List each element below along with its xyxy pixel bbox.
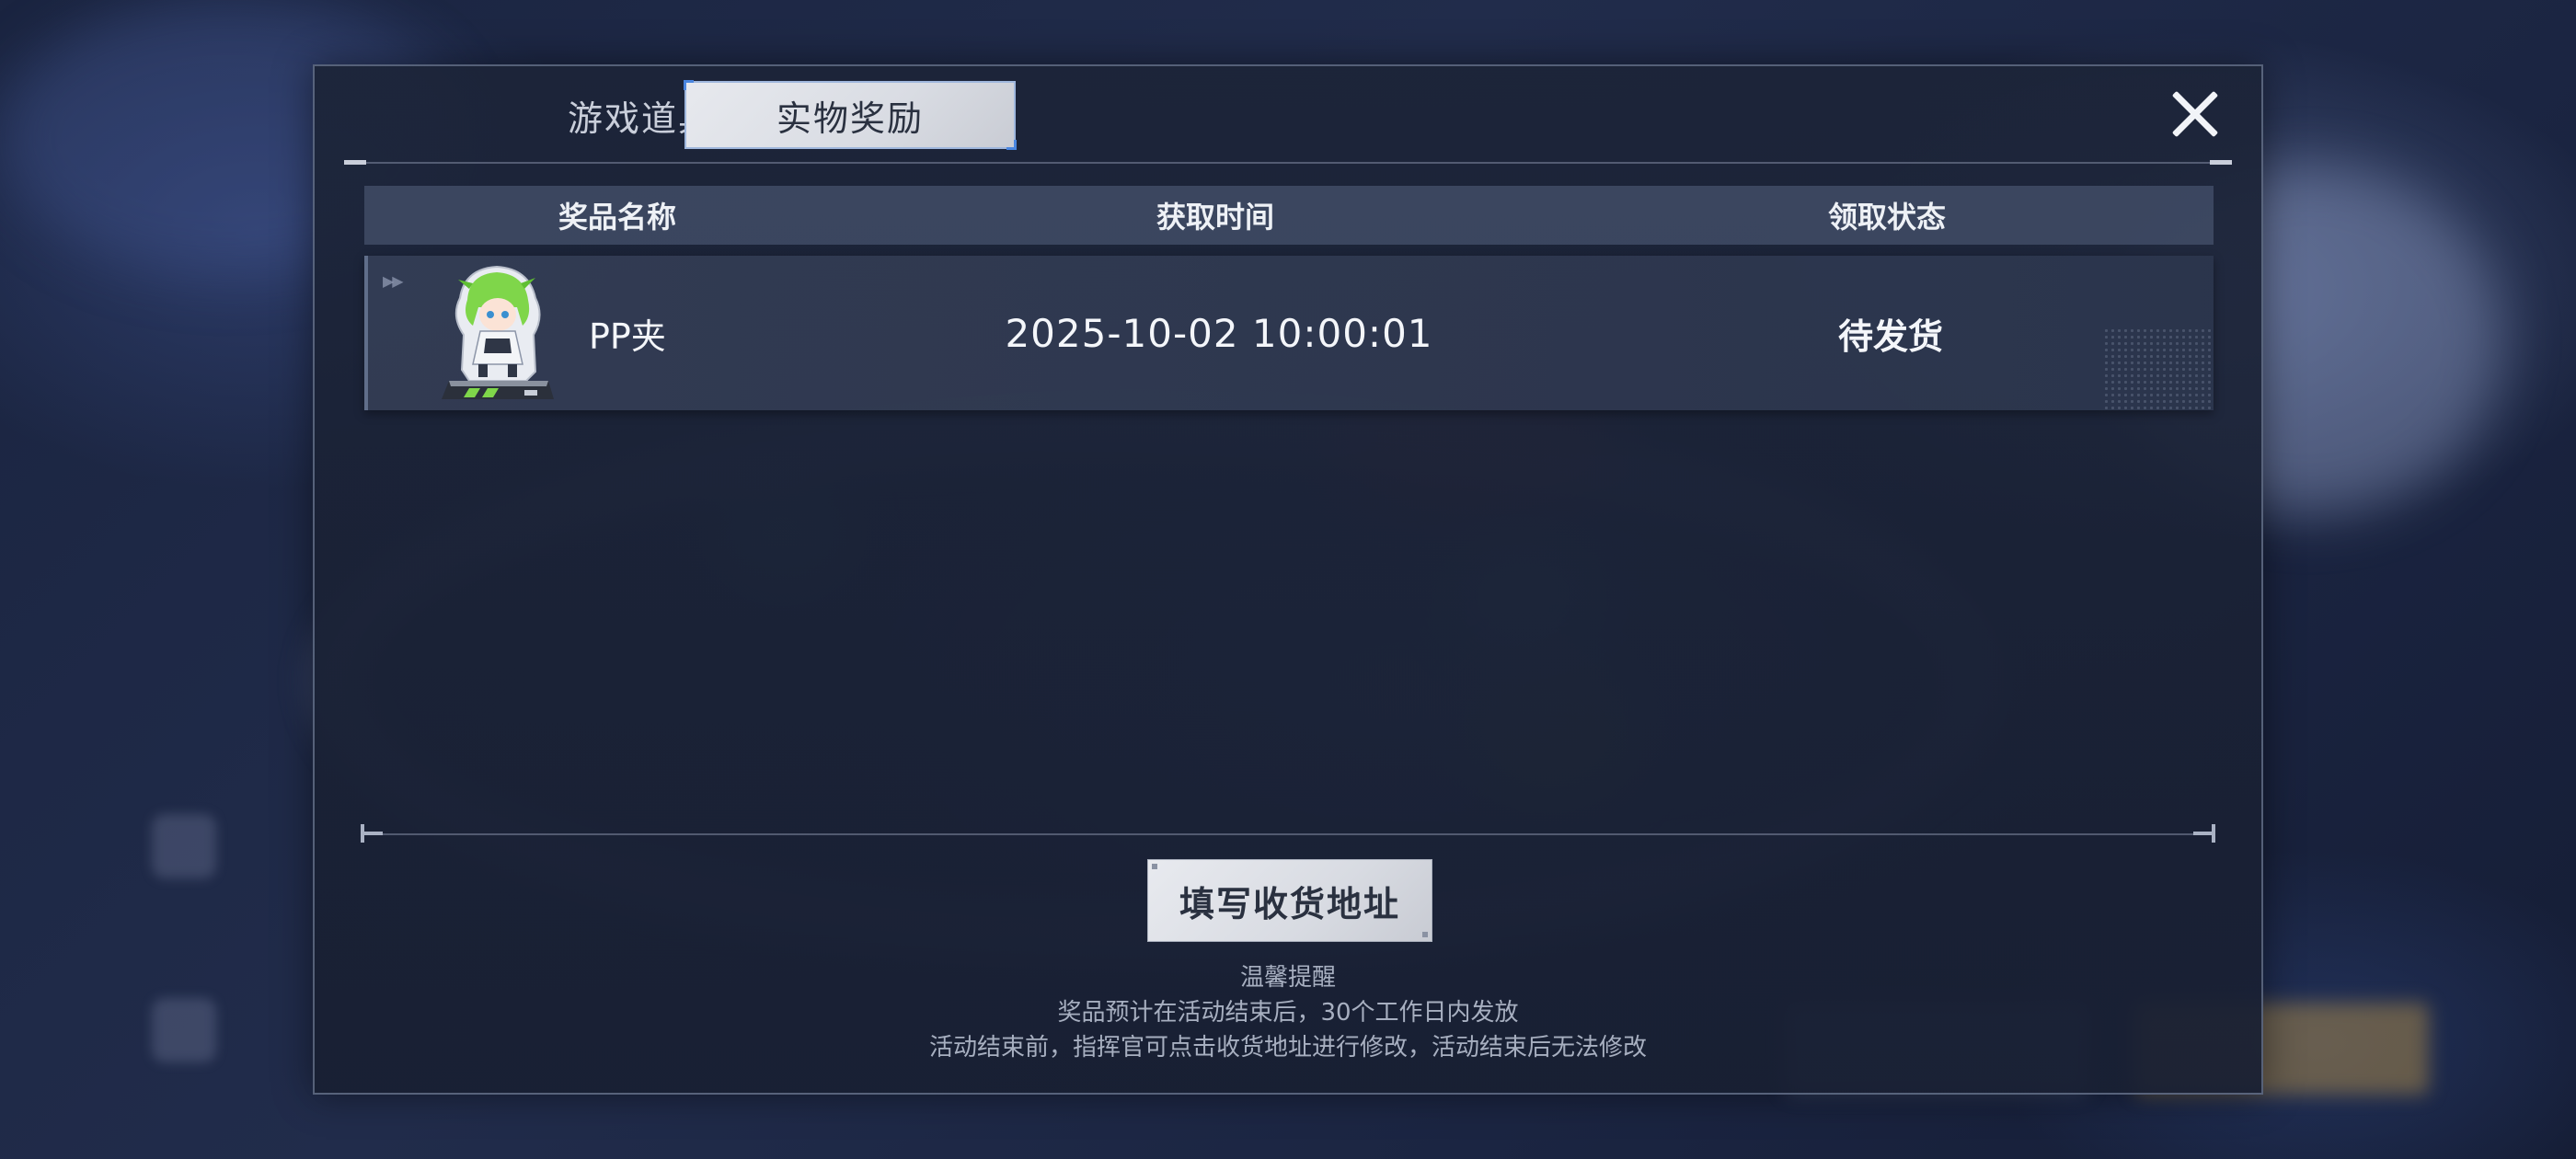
rewards-dialog: 游戏道具 实物奖励 奖品名称 获取时间 领取状态 ▶▶ PP夹 2025-10-…: [313, 64, 2263, 1095]
reminder-line-1: 奖品预计在活动结束后，30个工作日内发放: [1057, 999, 1519, 1027]
table-row: ▶▶ PP夹 2025-10-02 10:00:01 待发货: [364, 256, 2214, 410]
close-icon[interactable]: [2168, 86, 2223, 142]
table-header: 奖品名称 获取时间 领取状态: [364, 186, 2214, 245]
tab-physical-rewards[interactable]: 实物奖励: [684, 80, 1017, 150]
divider-cap-left: [361, 822, 383, 844]
acquire-time: 2025-10-02 10:00:01: [1005, 310, 1433, 356]
tab-bar: 游戏道具 实物奖励: [315, 66, 2261, 167]
header-claim-status: 领取状态: [1827, 200, 1946, 235]
tab-underline: [344, 162, 2232, 164]
reminder-line-2: 活动结束前，指挥官可点击收货地址进行修改，活动结束后无法修改: [928, 1034, 1647, 1061]
row-dot-pattern: [2103, 327, 2214, 410]
divider: [362, 833, 2214, 835]
reminder-notes: 温馨提醒 奖品预计在活动结束后，30个工作日内发放 活动结束前，指挥官可点击收货…: [315, 960, 2261, 1065]
tab-underline-cap-right: [2210, 160, 2232, 165]
tab-underline-cap-left: [344, 160, 366, 165]
divider-cap-right: [2193, 822, 2215, 844]
character-acrylic-stand-icon: [442, 265, 554, 399]
header-prize-name: 奖品名称: [558, 200, 676, 235]
prize-name: PP夹: [589, 316, 666, 357]
fill-address-button[interactable]: 填写收货地址: [1147, 859, 1432, 942]
row-marker-icon: ▶▶: [383, 272, 404, 290]
header-acquire-time: 获取时间: [1156, 200, 1274, 235]
reminder-title: 温馨提醒: [1239, 964, 1336, 992]
